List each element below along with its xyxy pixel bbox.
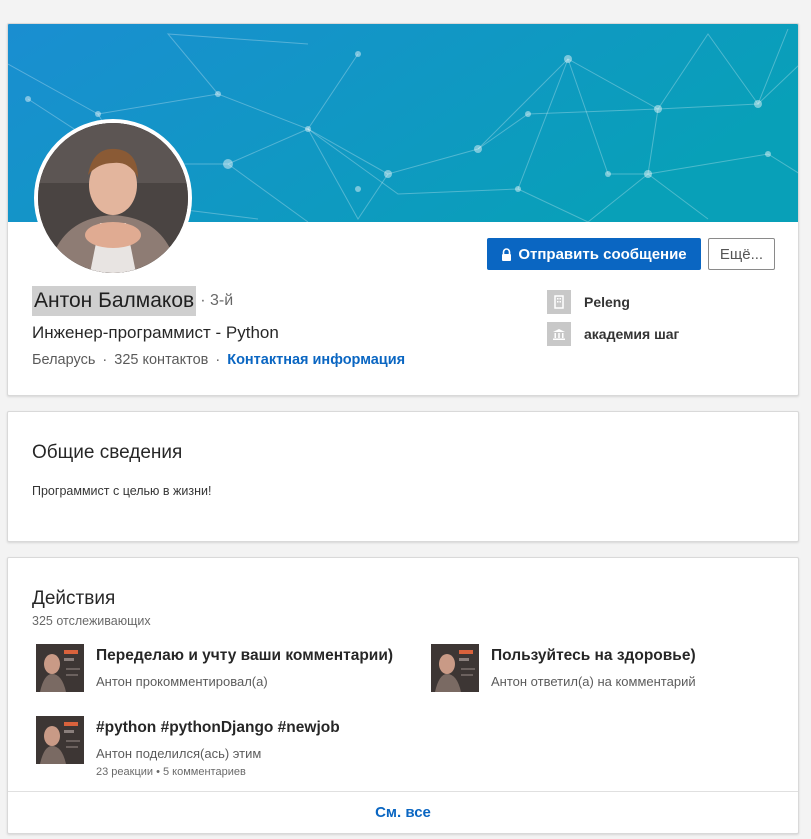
contact-info-link[interactable]: Контактная информация [227, 352, 405, 368]
post-stats[interactable]: 23 реакции • 5 комментариев [96, 766, 340, 778]
profile-location: Беларусь [32, 352, 96, 368]
post-thumbnail [431, 644, 479, 692]
see-all-button[interactable]: См. все [8, 791, 798, 833]
post-subtitle: Антон поделился(ась) этим [96, 746, 262, 761]
activity-title: Действия [32, 588, 116, 609]
lock-icon [501, 247, 512, 261]
post-title[interactable]: #python #pythonDjango #newjob [96, 719, 340, 737]
profile-name-row: Антон Балмаков · 3-й [32, 286, 233, 316]
separator: · [215, 352, 221, 368]
experience-item-peleng[interactable]: Peleng [547, 290, 630, 314]
profile-connections[interactable]: 325 контактов [114, 352, 208, 368]
post-title[interactable]: Переделаю и учту ваши комментарии) [96, 647, 393, 665]
post-body: Пользуйтесь на здоровье) Антон ответил(а… [491, 644, 696, 692]
more-button[interactable]: Ещё... [708, 238, 775, 270]
experience-name: Peleng [584, 294, 630, 310]
post-thumbnail [36, 644, 84, 692]
post-subtitle: Антон ответил(а) на комментарий [491, 674, 696, 689]
school-icon [547, 322, 571, 346]
send-message-label: Отправить сообщение [518, 245, 687, 263]
about-title: Общие сведения [32, 442, 183, 463]
profile-meta: Беларусь · 325 контактов · Контактная ин… [32, 352, 405, 368]
profile-headline: Инженер-программист - Python [32, 323, 279, 342]
post-body: #python #pythonDjango #newjob Антон поде… [96, 716, 340, 778]
activity-post[interactable]: Пользуйтесь на здоровье) Антон ответил(а… [431, 644, 696, 692]
profile-name: Антон Балмаков [32, 286, 197, 316]
building-icon [547, 290, 571, 314]
connection-degree: · 3-й [200, 292, 234, 309]
separator: · [102, 352, 108, 368]
followers-count: 325 отслеживающих [32, 614, 151, 628]
about-card: Общие сведения Программист с целью в жиз… [7, 411, 799, 542]
profile-top-card: Отправить сообщение Ещё... Антон Балмако… [7, 23, 799, 396]
about-text: Программист с целью в жизни! [32, 484, 212, 498]
activity-post[interactable]: #python #pythonDjango #newjob Антон поде… [36, 716, 340, 778]
post-subtitle: Антон прокомментировал(а) [96, 674, 268, 689]
send-message-button[interactable]: Отправить сообщение [487, 238, 701, 270]
experience-name: академия шаг [584, 326, 680, 342]
activity-post[interactable]: Переделаю и учту ваши комментарии) Антон… [36, 644, 393, 692]
experience-item-academy[interactable]: академия шаг [547, 322, 679, 346]
post-title[interactable]: Пользуйтесь на здоровье) [491, 647, 696, 665]
activity-card: Действия 325 отслеживающих Переделаю и у… [7, 557, 799, 834]
post-body: Переделаю и учту ваши комментарии) Антон… [96, 644, 393, 692]
profile-avatar[interactable] [34, 119, 192, 277]
post-thumbnail [36, 716, 84, 764]
